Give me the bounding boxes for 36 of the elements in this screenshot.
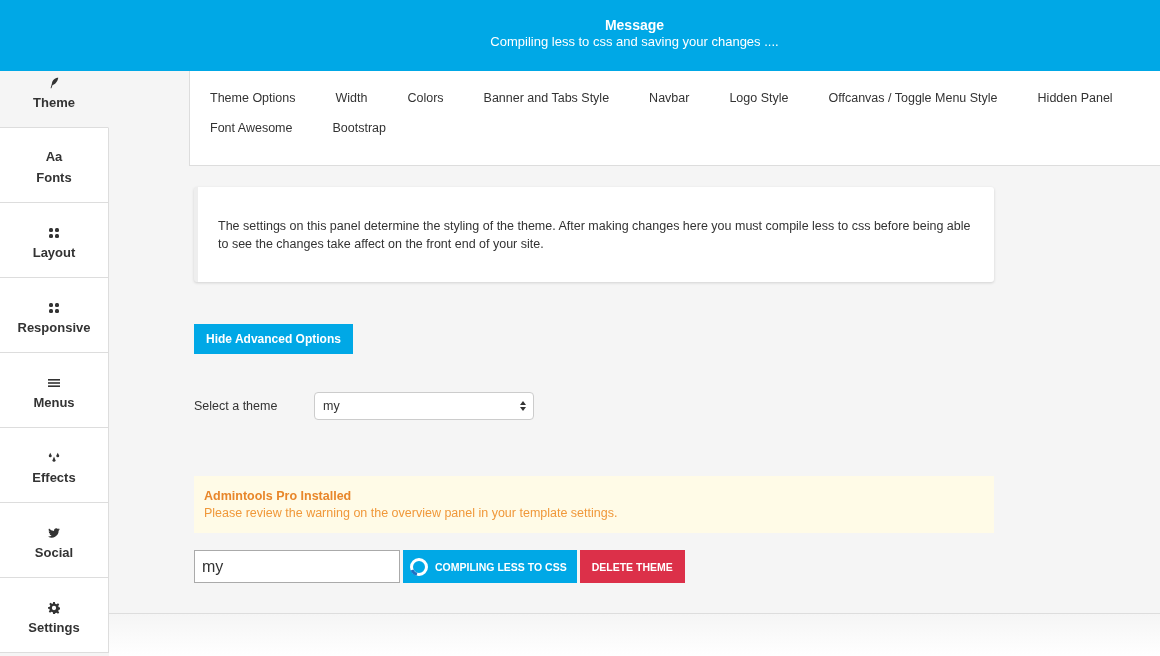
settings-tab[interactable]: Width xyxy=(335,91,368,121)
warning-title: Admintools Pro Installed xyxy=(204,488,353,504)
settings-tab[interactable]: Colors xyxy=(407,91,444,121)
theme-select[interactable]: my xyxy=(314,392,534,420)
settings-tab[interactable]: Bootstrap xyxy=(332,121,386,151)
spinner-icon xyxy=(409,556,429,577)
message-title: Message xyxy=(603,17,666,33)
settings-tab[interactable]: Navbar xyxy=(649,91,690,121)
grid-icon xyxy=(48,227,60,239)
sidebar-item[interactable]: Settings xyxy=(0,578,109,653)
sidebar-item[interactable]: Social xyxy=(0,503,109,578)
sidebar-item[interactable]: Responsive xyxy=(0,278,109,353)
select-label: Select a theme xyxy=(194,399,279,413)
warning-text: Please review the warning on the overview panel in your template settings. xyxy=(204,505,619,522)
sidebar-item[interactable]: Layout xyxy=(0,203,109,278)
settings-tab[interactable]: Hidden Panel xyxy=(1037,91,1113,121)
settings-tab[interactable]: Font Awesome xyxy=(210,121,293,151)
settings-tab[interactable]: Theme Options xyxy=(210,91,296,121)
bird-icon xyxy=(48,527,60,539)
message-text: Compiling less to css and saving your changes .... xyxy=(489,33,780,51)
drops-icon xyxy=(48,452,60,464)
menu-icon xyxy=(48,377,60,389)
theme-name-input[interactable]: my xyxy=(194,550,400,583)
settings-tab[interactable]: Logo Style xyxy=(729,91,789,121)
info-card: The settings on this panel determine the styling of the theme. After making changes here you must compile less to css before being able to see the changes take affect on the front end of your site. xyxy=(194,187,994,282)
sidebar-item[interactable]: Aa Fonts xyxy=(0,128,109,203)
sidebar-item[interactable]: Menus xyxy=(0,353,109,428)
feather-icon xyxy=(48,77,60,89)
delete-theme-button[interactable]: DELETE THEME xyxy=(579,550,685,583)
sidebar-item[interactable]: Effects xyxy=(0,428,109,503)
updown-icon xyxy=(520,401,526,411)
settings-tab[interactable]: Banner and Tabs Style xyxy=(483,91,610,121)
settings-tab[interactable]: Offcanvas / Toggle Menu Style xyxy=(828,91,998,121)
font-icon: Aa xyxy=(45,150,63,164)
settings-icon xyxy=(48,602,60,614)
grid-icon xyxy=(48,302,60,314)
